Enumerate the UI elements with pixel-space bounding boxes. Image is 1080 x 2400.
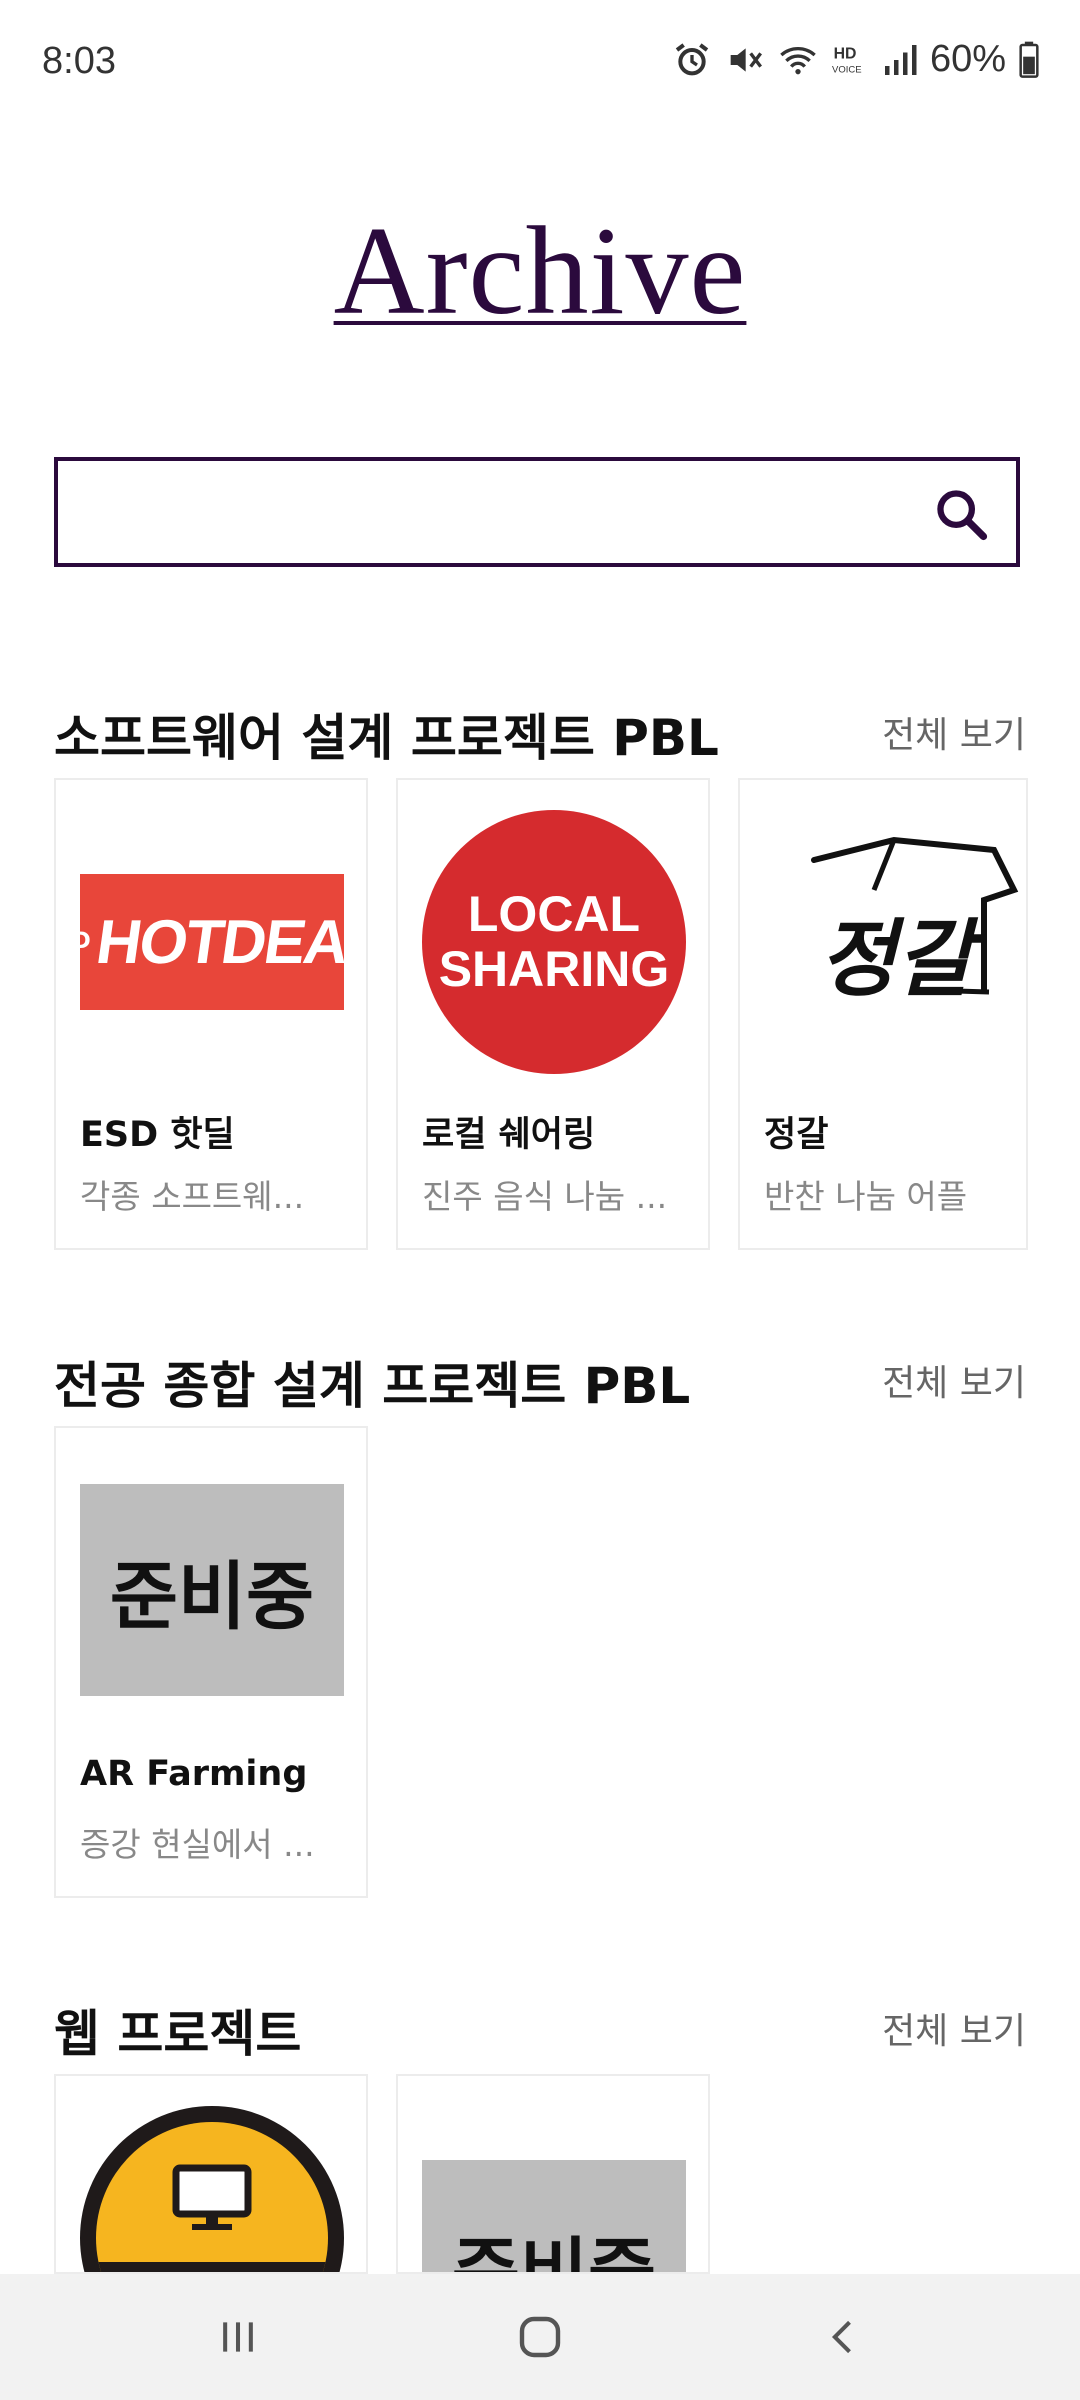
alarm-icon	[675, 42, 709, 75]
card-thumbnail: 준비중	[80, 1458, 344, 1722]
recents-icon	[223, 2322, 253, 2352]
svg-text:VOICE: VOICE	[832, 64, 862, 75]
wifi-icon	[780, 46, 816, 74]
card-title: ESD 핫딜	[80, 1115, 235, 1155]
signal-icon	[884, 44, 917, 75]
back-button[interactable]	[804, 2304, 884, 2370]
card-thumbnail: 정갈	[764, 810, 1026, 1074]
search-input[interactable]	[78, 461, 938, 563]
project-card-ar-farming[interactable]: 준비중 AR Farming 증강 현실에서 ...	[54, 1426, 368, 1898]
local-sharing-logo: LOCAL SHARING	[422, 810, 686, 1074]
card-thumbnail: CATLAS	[80, 2106, 344, 2272]
view-all-link[interactable]: 전체 보기	[882, 706, 1026, 758]
mute-icon	[730, 47, 762, 72]
card-title: AR Farming	[80, 1754, 308, 1794]
project-card-jeonggal[interactable]: 정갈 정갈 반찬 나눔 어플	[738, 778, 1028, 1250]
project-card-local-sharing[interactable]: LOCAL SHARING 로컬 쉐어링 진주 음식 나눔 ...	[396, 778, 710, 1250]
card-thumbnail: ESD HOTDEAL	[56, 810, 366, 1074]
section-title: 웹 프로젝트	[54, 2005, 302, 2063]
view-all-link[interactable]: 전체 보기	[882, 2002, 1026, 2054]
section-title: 전공 종합 설계 프로젝트 PBL	[54, 1357, 691, 1415]
app-logo[interactable]: Archive	[0, 200, 1080, 344]
card-title: 로컬 쉐어링	[422, 1115, 596, 1155]
logo-text: Archive	[333, 202, 747, 341]
status-time: 8:03	[42, 40, 116, 82]
coming-soon-image: 준비중	[422, 2160, 686, 2272]
card-title: 정갈	[764, 1115, 829, 1155]
project-card-esd-hotdeal[interactable]: ESD HOTDEAL ESD 핫딜 각종 소프트웨...	[54, 778, 368, 1250]
project-card-catlas[interactable]: CATLAS	[54, 2074, 368, 2274]
card-description: 진주 음식 나눔 ...	[422, 1177, 668, 1216]
status-bar: 8:03 HD VOICE 60%	[0, 0, 1080, 120]
card-description: 각종 소프트웨...	[80, 1177, 305, 1216]
card-description: 증강 현실에서 ...	[80, 1825, 315, 1864]
card-thumbnail: 준비중	[422, 2134, 686, 2272]
search-icon[interactable]	[932, 485, 990, 543]
card-description: 반찬 나눔 어플	[764, 1177, 968, 1216]
jeonggal-logo: 정갈	[764, 810, 1026, 1074]
hd-voice-icon: HD VOICE	[832, 45, 862, 75]
battery-level: 60%	[929, 38, 1006, 80]
catlas-logo: CATLAS	[80, 2106, 344, 2272]
section-title: 소프트웨어 설계 프로젝트 PBL	[54, 709, 719, 767]
coming-soon-image: 준비중	[80, 1484, 344, 1696]
view-all-link[interactable]: 전체 보기	[882, 1354, 1026, 1406]
search-box[interactable]	[54, 457, 1020, 567]
status-icons: HD VOICE 60%	[672, 38, 1040, 81]
back-icon	[831, 2320, 851, 2354]
project-card-coming-soon[interactable]: 준비중	[396, 2074, 710, 2274]
esd-hotdeal-logo: ESD HOTDEAL	[56, 874, 366, 1010]
recents-button[interactable]	[198, 2304, 278, 2370]
home-button[interactable]	[500, 2304, 580, 2370]
card-thumbnail: LOCAL SHARING	[422, 810, 686, 1074]
system-nav-bar	[0, 2274, 1080, 2400]
svg-text:HD: HD	[834, 45, 857, 62]
home-icon	[519, 2316, 561, 2358]
battery-icon	[1019, 41, 1039, 78]
